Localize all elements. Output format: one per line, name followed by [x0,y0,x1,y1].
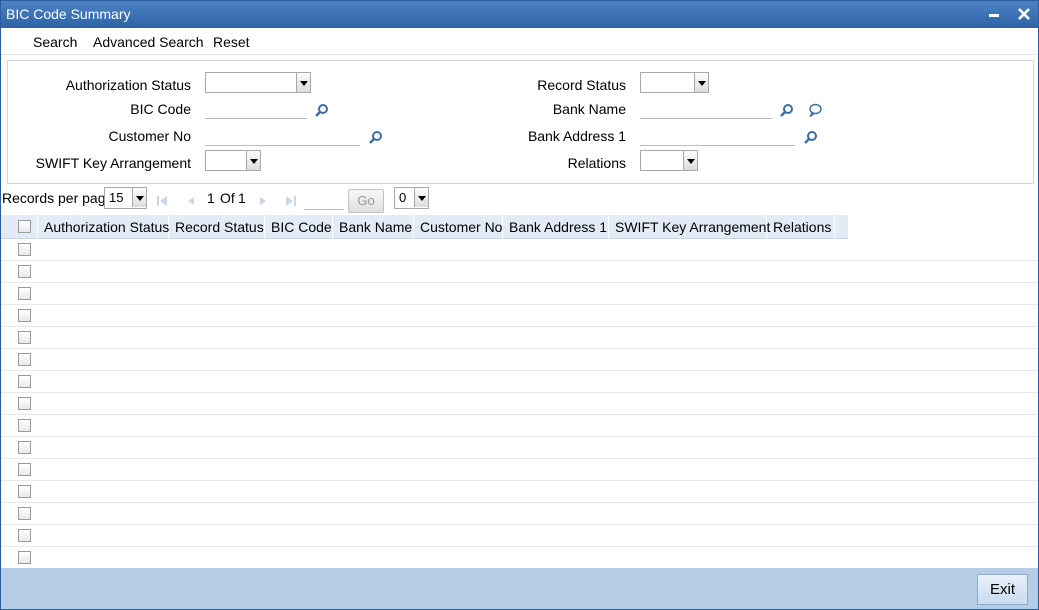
footer-bar: Exit [1,568,1038,609]
table-row[interactable] [1,437,1038,459]
column-bank-name[interactable]: Bank Name [333,215,414,239]
bic-code-label: BIC Code [130,101,191,117]
relations-select[interactable] [640,150,698,171]
customer-no-label: Customer No [108,128,191,144]
column-relations[interactable]: Relations [767,215,835,239]
row-checkbox[interactable] [18,419,31,432]
record-status-select[interactable] [640,72,709,93]
row-checkbox[interactable] [18,551,31,564]
table-row[interactable] [1,327,1038,349]
bank-name-input[interactable] [640,99,772,119]
last-page-icon[interactable] [285,194,297,206]
bank-address-search-icon[interactable] [804,130,818,144]
menu-bar: Search Advanced Search Reset [1,28,1038,55]
extra-select[interactable]: 0 [394,187,429,209]
results-grid: Authorization Status Record Status BIC C… [1,215,1038,568]
chevron-down-icon [132,188,146,207]
row-checkbox[interactable] [18,397,31,410]
go-to-page-input[interactable] [304,190,344,210]
row-checkbox[interactable] [18,375,31,388]
row-checkbox[interactable] [18,353,31,366]
row-checkbox[interactable] [18,485,31,498]
column-record-status[interactable]: Record Status [169,215,265,239]
records-per-page-value: 15 [109,190,124,205]
authorization-status-label: Authorization Status [65,77,191,93]
go-button[interactable]: Go [348,189,384,213]
table-row[interactable] [1,415,1038,437]
swift-key-arrangement-select[interactable] [205,150,261,171]
row-checkbox[interactable] [18,243,31,256]
select-all-checkbox[interactable] [18,220,31,233]
table-row[interactable] [1,261,1038,283]
customer-no-search-icon[interactable] [369,130,383,144]
chevron-down-icon [296,73,310,92]
table-row[interactable] [1,393,1038,415]
pagination-bar: Records per page 15 1 Of 1 Go 0 [1,187,1038,213]
bic-code-summary-window: BIC Code Summary Search Advanced Search … [0,0,1039,610]
next-page-icon[interactable] [257,194,269,206]
row-checkbox[interactable] [18,441,31,454]
table-row[interactable] [1,239,1038,261]
record-status-label: Record Status [537,77,626,93]
column-swift-key-arrangement[interactable]: SWIFT Key Arrangement [609,215,770,239]
records-per-page-select[interactable]: 15 [104,187,147,209]
search-menu-item[interactable]: Search [33,34,77,50]
advanced-search-menu-item[interactable]: Advanced Search [93,34,204,50]
of-label: Of [220,190,235,206]
records-per-page-label: Records per page [2,190,114,206]
chevron-down-icon [694,73,708,92]
row-checkbox[interactable] [18,265,31,278]
minimize-icon[interactable] [983,3,1005,25]
table-row[interactable] [1,481,1038,503]
extra-select-value: 0 [399,190,407,205]
bic-code-input[interactable] [205,99,307,119]
exit-button[interactable]: Exit [977,574,1028,605]
chevron-down-icon [414,188,428,207]
search-criteria-panel: Authorization Status BIC Code Customer N… [7,60,1034,184]
authorization-status-select[interactable] [205,72,311,93]
table-row[interactable] [1,305,1038,327]
total-pages: 1 [238,190,246,206]
speech-bubble-icon[interactable] [808,103,822,118]
previous-page-icon[interactable] [185,194,197,206]
row-checkbox[interactable] [18,463,31,476]
table-row[interactable] [1,503,1038,525]
column-authorization-status[interactable]: Authorization Status [38,215,169,239]
swift-key-arrangement-label: SWIFT Key Arrangement [35,155,191,171]
customer-no-input[interactable] [205,126,360,146]
bank-name-search-icon[interactable] [780,103,794,117]
close-icon[interactable] [1013,3,1035,25]
relations-label: Relations [567,155,626,171]
column-bank-address-1[interactable]: Bank Address 1 [503,215,609,239]
column-customer-no[interactable]: Customer No [414,215,503,239]
row-checkbox[interactable] [18,309,31,322]
bank-address-1-input[interactable] [640,126,795,146]
table-row[interactable] [1,459,1038,481]
table-row[interactable] [1,547,1038,568]
chevron-down-icon [246,151,260,170]
table-row[interactable] [1,371,1038,393]
column-bic-code[interactable]: BIC Code [265,215,333,239]
row-checkbox[interactable] [18,331,31,344]
bank-address-1-label: Bank Address 1 [527,128,626,144]
row-checkbox[interactable] [18,287,31,300]
table-row[interactable] [1,349,1038,371]
grid-header: Authorization Status Record Status BIC C… [1,215,848,239]
table-row[interactable] [1,283,1038,305]
row-checkbox[interactable] [18,529,31,542]
title-bar: BIC Code Summary [1,1,1038,28]
chevron-down-icon [683,151,697,170]
bank-name-label: Bank Name [552,101,626,117]
table-row[interactable] [1,525,1038,547]
row-checkbox[interactable] [18,507,31,520]
header-select-all-cell [1,215,38,239]
bic-code-search-icon[interactable] [315,103,329,117]
first-page-icon[interactable] [156,194,168,206]
current-page: 1 [207,190,215,206]
reset-menu-item[interactable]: Reset [213,34,250,50]
window-title: BIC Code Summary [6,6,131,22]
